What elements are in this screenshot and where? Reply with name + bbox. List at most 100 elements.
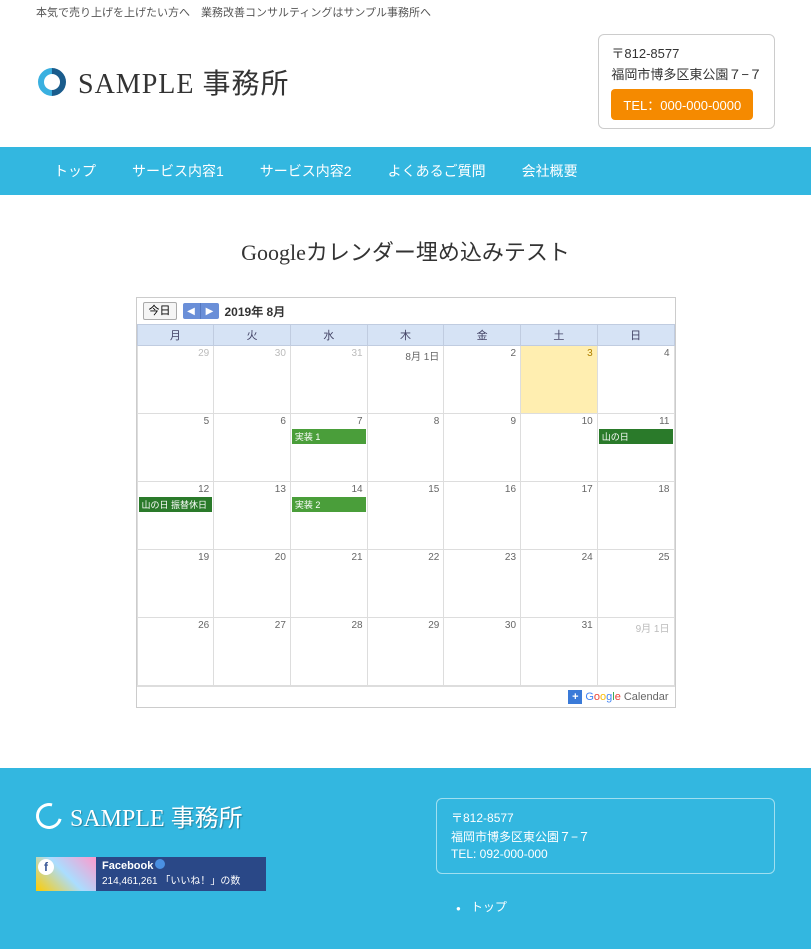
day-number: 22 — [368, 550, 444, 565]
calendar-day[interactable]: 6 — [214, 414, 291, 482]
dow-header: 土 — [521, 325, 598, 346]
footer: SAMPLE 事務所 f Facebook 214,461,261 「いいね！」… — [0, 768, 811, 949]
calendar-day[interactable]: 28 — [290, 618, 367, 686]
next-month-button[interactable]: ▶ — [201, 303, 219, 319]
dow-header: 火 — [214, 325, 291, 346]
contact-addr: 福岡市博多区東公園７−７ — [611, 64, 762, 83]
calendar-day[interactable]: 2 — [444, 346, 521, 414]
tel-button[interactable]: TEL：000-000-0000 — [611, 89, 753, 120]
footer-logo-text: SAMPLE 事務所 — [70, 798, 243, 833]
calendar-day[interactable]: 13 — [214, 482, 291, 550]
calendar-controls: 今日 ◀ ▶ 2019年 8月 — [137, 298, 675, 324]
calendar-day[interactable]: 9月 1日 — [597, 618, 674, 686]
day-number: 14 — [291, 482, 367, 497]
calendar-day[interactable]: 29 — [367, 618, 444, 686]
calendar-day[interactable]: 17 — [521, 482, 598, 550]
day-number: 30 — [214, 346, 290, 361]
fb-likes: 214,461,261 「いいね！」の数 — [102, 872, 240, 887]
tagline: 本気で売り上げを上げたい方へ 業務改善コンサルティングはサンプル事務所へ — [0, 0, 811, 24]
day-number: 13 — [214, 482, 290, 497]
day-number: 31 — [291, 346, 367, 361]
prev-month-button[interactable]: ◀ — [183, 303, 201, 319]
add-icon[interactable]: + — [568, 690, 582, 704]
f-addr: 福岡市博多区東公園７−７ — [451, 828, 760, 845]
footer-contact: 〒812-8577 福岡市博多区東公園７−７ TEL: 092-000-000 — [436, 798, 775, 874]
day-number: 29 — [138, 346, 214, 361]
calendar-day[interactable]: 25 — [597, 550, 674, 618]
day-number: 8 — [368, 414, 444, 429]
calendar-day[interactable]: 27 — [214, 618, 291, 686]
calendar-title: 2019年 8月 — [225, 303, 286, 320]
calendar-footer: + Google Calendar — [137, 686, 675, 707]
fb-name: Facebook — [102, 860, 153, 872]
calendar-day[interactable]: 12山の日 振替休日 — [137, 482, 214, 550]
day-number: 17 — [521, 482, 597, 497]
calendar-day[interactable]: 14実装 2 — [290, 482, 367, 550]
nav-arrows: ◀ ▶ — [183, 303, 219, 319]
logo[interactable]: SAMPLE 事務所 — [36, 62, 289, 102]
day-number: 8月 1日 — [368, 346, 444, 365]
nav-item-0[interactable]: トップ — [36, 147, 114, 195]
footer-link-0[interactable]: トップ — [456, 894, 775, 919]
calendar-day[interactable]: 31 — [521, 618, 598, 686]
calendar-day[interactable]: 4 — [597, 346, 674, 414]
calendar-day[interactable]: 9 — [444, 414, 521, 482]
calendar-day[interactable]: 16 — [444, 482, 521, 550]
f-zip: 〒812-8577 — [451, 809, 760, 826]
dow-header: 月 — [137, 325, 214, 346]
footer-logo[interactable]: SAMPLE 事務所 — [36, 798, 396, 833]
day-number: 9 — [444, 414, 520, 429]
calendar-event[interactable]: 実装 2 — [292, 497, 366, 512]
calendar-day[interactable]: 10 — [521, 414, 598, 482]
calendar-day[interactable]: 8 — [367, 414, 444, 482]
calendar-day[interactable]: 20 — [214, 550, 291, 618]
calendar-event[interactable]: 山の日 振替休日 — [139, 497, 213, 512]
f-tel: TEL: 092-000-000 — [451, 847, 760, 861]
nav-item-3[interactable]: よくあるご質問 — [370, 147, 504, 195]
calendar-day[interactable]: 23 — [444, 550, 521, 618]
footer-links: トップ — [436, 894, 775, 919]
facebook-widget[interactable]: f Facebook 214,461,261 「いいね！」の数 — [36, 857, 266, 891]
nav-item-4[interactable]: 会社概要 — [504, 147, 596, 195]
calendar-day[interactable]: 8月 1日 — [367, 346, 444, 414]
calendar-day[interactable]: 24 — [521, 550, 598, 618]
calendar-day[interactable]: 31 — [290, 346, 367, 414]
day-number: 9月 1日 — [598, 618, 674, 637]
dow-header: 日 — [597, 325, 674, 346]
day-number: 18 — [598, 482, 674, 497]
calendar: 今日 ◀ ▶ 2019年 8月 月火水木金土日 2930318月 1日23456… — [136, 297, 676, 708]
day-number: 28 — [291, 618, 367, 633]
calendar-day[interactable]: 21 — [290, 550, 367, 618]
calendar-day[interactable]: 30 — [444, 618, 521, 686]
today-button[interactable]: 今日 — [143, 302, 177, 320]
calendar-day[interactable]: 19 — [137, 550, 214, 618]
dow-header: 水 — [290, 325, 367, 346]
day-number: 25 — [598, 550, 674, 565]
calendar-day[interactable]: 11山の日 — [597, 414, 674, 482]
calendar-event[interactable]: 山の日 — [599, 429, 673, 444]
calendar-day[interactable]: 3 — [521, 346, 598, 414]
nav-item-2[interactable]: サービス内容2 — [242, 147, 370, 195]
calendar-day[interactable]: 18 — [597, 482, 674, 550]
calendar-day[interactable]: 22 — [367, 550, 444, 618]
day-number: 6 — [214, 414, 290, 429]
day-number: 31 — [521, 618, 597, 633]
calendar-day[interactable]: 26 — [137, 618, 214, 686]
calendar-day[interactable]: 5 — [137, 414, 214, 482]
day-number: 27 — [214, 618, 290, 633]
nav-item-1[interactable]: サービス内容1 — [114, 147, 242, 195]
day-number: 29 — [368, 618, 444, 633]
calendar-day[interactable]: 7実装 1 — [290, 414, 367, 482]
calendar-day[interactable]: 29 — [137, 346, 214, 414]
day-number: 2 — [444, 346, 520, 361]
day-number: 4 — [598, 346, 674, 361]
calendar-day[interactable]: 15 — [367, 482, 444, 550]
logo-text: SAMPLE 事務所 — [78, 62, 289, 102]
calendar-event[interactable]: 実装 1 — [292, 429, 366, 444]
calendar-day[interactable]: 30 — [214, 346, 291, 414]
calendar-word: Calendar — [624, 691, 669, 703]
day-number: 16 — [444, 482, 520, 497]
calendar-table: 月火水木金土日 2930318月 1日234567実装 1891011山の日12… — [137, 324, 675, 686]
footer-logo-icon — [31, 798, 67, 834]
contact-box: 〒812-8577 福岡市博多区東公園７−７ TEL：000-000-0000 — [598, 34, 775, 129]
